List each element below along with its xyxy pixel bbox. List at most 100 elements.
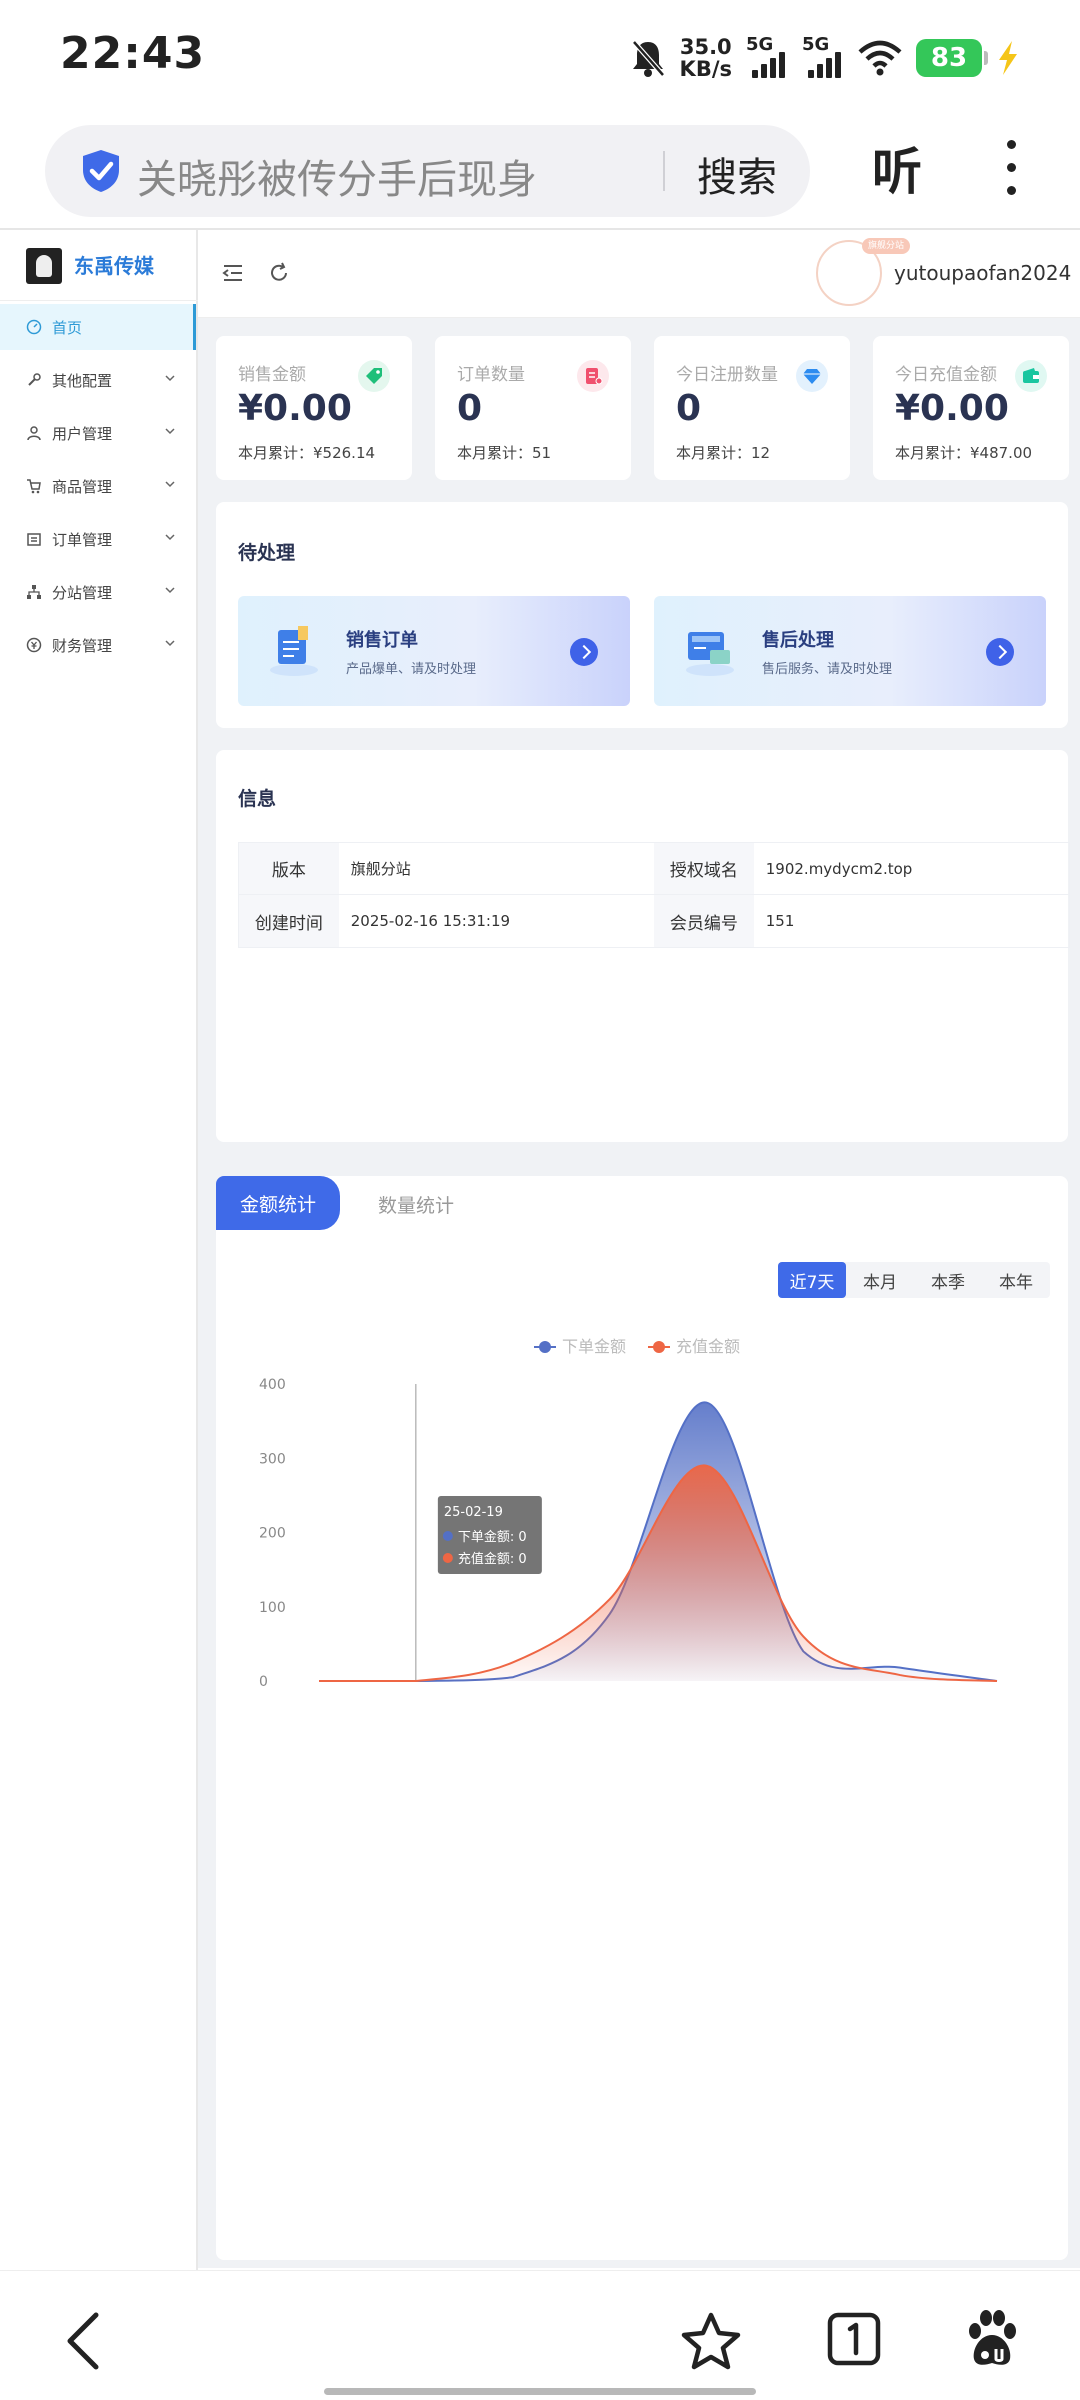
user-icon (27, 426, 41, 441)
search-button[interactable]: 搜索 (697, 145, 777, 203)
info-section: 信息 版本 旗舰分站 授权域名 1902.mydycm2.top 创建时间 20… (216, 750, 1070, 1142)
charging-bolt-icon (999, 41, 1017, 75)
pending-section: 待处理 销售订单 产品爆单、请及时处理 售后处理 售后服务、请及时处理 (216, 502, 1068, 728)
amount-area-chart: 下单金额充值金额 010020030040025-02-1825-02-1925… (259, 1337, 998, 1686)
tooltip-marker (442, 1553, 453, 1563)
page-header: 旗舰分站 yutoupaofan2024 (198, 230, 1080, 318)
search-query-text[interactable]: 关晓彤被传分手后现身 (137, 147, 537, 205)
stat-title: 今日注册数量 (676, 365, 778, 385)
pending-card-subtitle: 产品爆单、请及时处理 (346, 662, 477, 677)
pending-card-title: 售后处理 (762, 630, 834, 651)
tooltip-marker (442, 1531, 453, 1541)
range-last-7-days-button[interactable]: 近7天 (778, 1262, 846, 1298)
sales-order-illustration-icon (270, 626, 318, 676)
y-tick-label: 0 (259, 1674, 268, 1686)
range-this-quarter-button[interactable]: 本季 (914, 1262, 982, 1298)
info-key: 授权域名 (654, 843, 754, 894)
stat-card-registrations: 今日注册数量 0 本月累计：12 (654, 336, 850, 480)
pending-sales-orders[interactable]: 销售订单 产品爆单、请及时处理 (238, 596, 630, 706)
star-bookmark-icon[interactable] (680, 2311, 742, 2371)
brand-name[interactable]: 东禹传媒 (74, 250, 154, 279)
arrow-right-icon[interactable] (570, 638, 598, 666)
pending-card-title: 销售订单 (346, 630, 418, 651)
legend-label: 下单金额 (562, 1337, 626, 1356)
info-value: 2025-02-16 15:31:19 (350, 912, 511, 930)
order-doc-icon (577, 360, 609, 392)
stat-card-sales: 销售金额 ¥0.00 本月累计：¥526.14 (216, 336, 412, 480)
info-table: 版本 旗舰分站 授权域名 1902.mydycm2.top 创建时间 2025-… (238, 842, 1070, 948)
chevron-down-icon (165, 428, 175, 435)
sidebar-item-label: 分站管理 (52, 583, 113, 602)
info-key: 会员编号 (654, 895, 754, 947)
stat-value: ¥0.00 (895, 388, 1009, 429)
info-value: 151 (765, 912, 795, 930)
range-this-month-button[interactable]: 本月 (846, 1262, 914, 1298)
sidebar-item-orders[interactable]: 订单管理 (0, 516, 196, 562)
chevron-down-icon (165, 375, 175, 382)
info-value: 旗舰分站 (350, 860, 411, 878)
stat-monthly-total: 本月累计：¥526.14 (238, 444, 376, 462)
sidebar-item-label: 商品管理 (52, 477, 113, 496)
back-arrow-icon[interactable] (62, 2311, 106, 2371)
home-indicator[interactable] (324, 2388, 756, 2395)
network-speed-value: 35.0 (679, 35, 732, 59)
tooltip-line: 充值金额: 0 (458, 1551, 527, 1567)
stat-title: 今日充值金额 (895, 365, 997, 385)
brand-logo (26, 248, 62, 284)
sidebar-item-home[interactable]: 首页 (0, 304, 196, 350)
y-tick-label: 300 (259, 1451, 286, 1467)
info-key: 版本 (239, 843, 339, 894)
sidebar-item-products[interactable]: 商品管理 (0, 463, 196, 509)
diamond-icon (796, 360, 828, 392)
network-speed-unit: KB/s (679, 57, 732, 81)
username[interactable]: yutoupaofan2024 (894, 261, 1071, 285)
sidebar-item-users[interactable]: 用户管理 (0, 410, 196, 456)
sidebar-item-substations[interactable]: 分站管理 (0, 569, 196, 615)
status-icons: 35.0 KB/s 5G 5G 83 (630, 30, 1020, 86)
finance-icon (26, 637, 42, 653)
chevron-down-icon (165, 534, 175, 541)
refresh-icon[interactable] (268, 262, 290, 284)
range-this-year-button[interactable]: 本年 (982, 1262, 1050, 1298)
wifi-icon (858, 40, 902, 76)
pending-card-subtitle: 售后服务、请及时处理 (762, 662, 893, 677)
membership-badge: 旗舰分站 (862, 238, 911, 254)
cart-icon (27, 479, 41, 494)
sidebar: 东禹传媒 首页 其他配置 用户管理 商品管理 订单管理 分站管理 财务管理 (0, 230, 198, 2270)
tab-amount-statistics[interactable]: 金额统计 (216, 1176, 340, 1230)
baidu-paw-icon[interactable] (966, 2309, 1018, 2369)
shield-icon (83, 150, 119, 192)
table-row: 版本 旗舰分站 授权域名 1902.mydycm2.top (239, 843, 1069, 895)
browser-search-box[interactable]: 关晓彤被传分手后现身 搜索 (45, 125, 810, 217)
tab-count-statistics[interactable]: 数量统计 (378, 1191, 454, 1218)
chevron-down-icon (165, 481, 175, 488)
tooltip-line: 下单金额: 0 (458, 1529, 527, 1545)
stat-value: 0 (676, 388, 702, 429)
stat-monthly-total: 本月累计：12 (676, 444, 771, 462)
more-menu-icon[interactable] (1000, 140, 1022, 200)
section-title: 待处理 (238, 542, 296, 564)
sidebar-item-label: 其他配置 (52, 371, 113, 390)
pending-after-sales[interactable]: 售后处理 售后服务、请及时处理 (654, 596, 1046, 706)
sidebar-item-finance[interactable]: 财务管理 (0, 622, 196, 668)
tag-icon (358, 360, 390, 392)
chart-legend: 下单金额 充值金额 (534, 1337, 740, 1356)
sidebar-item-label: 订单管理 (52, 530, 113, 549)
status-time: 22:43 (60, 28, 206, 79)
arrow-right-icon[interactable] (986, 638, 1014, 666)
stat-card-orders: 订单数量 0 本月累计：51 (435, 336, 631, 480)
legend-marker (653, 1341, 665, 1353)
info-key: 创建时间 (239, 895, 339, 947)
legend-marker (539, 1341, 551, 1353)
signal-sim1-icon: 5G (746, 34, 788, 80)
sidebar-item-label: 用户管理 (52, 424, 113, 443)
tabs-count-icon[interactable] (826, 2311, 882, 2367)
stat-value: ¥0.00 (238, 388, 352, 429)
stat-value: 0 (457, 388, 483, 429)
sidebar-item-other-config[interactable]: 其他配置 (0, 357, 196, 403)
fold-menu-icon[interactable] (222, 262, 244, 284)
time-range-selector: 近7天 本月 本季 本年 (778, 1262, 1050, 1298)
listen-button[interactable]: 听 (872, 132, 922, 204)
sidebar-divider (0, 300, 198, 301)
stat-monthly-total: 本月累计：51 (457, 444, 552, 462)
